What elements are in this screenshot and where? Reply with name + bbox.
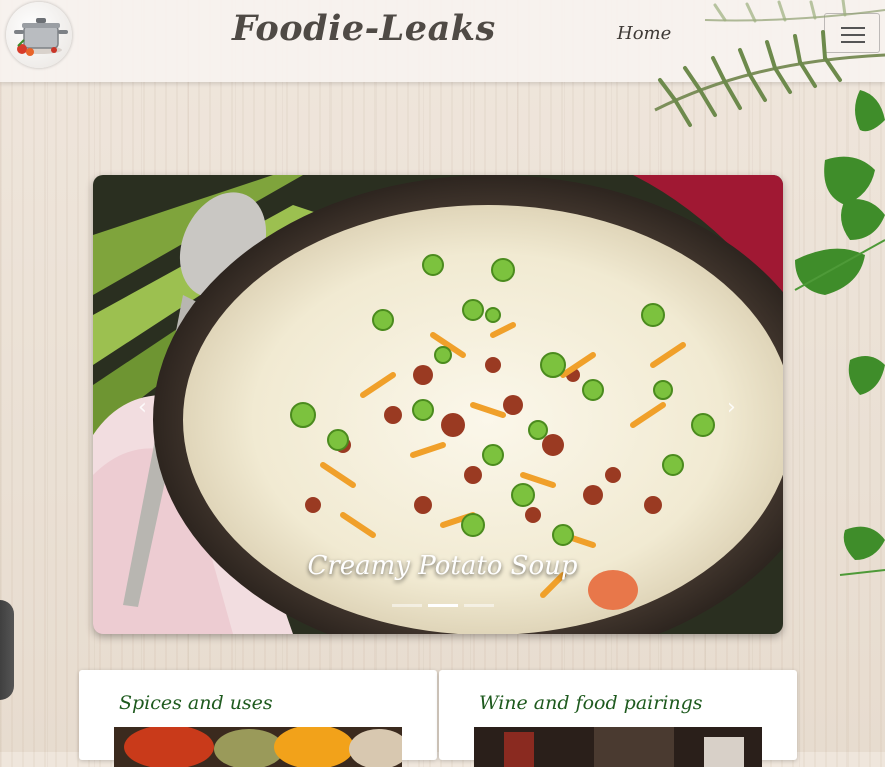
spices-photo: [114, 727, 402, 767]
carousel-prev-icon[interactable]: ‹: [138, 395, 147, 420]
site-brand-title[interactable]: Foodie-Leaks: [232, 8, 496, 49]
site-logo[interactable]: [6, 2, 72, 68]
carousel-next-icon[interactable]: ›: [727, 395, 736, 420]
carousel-dot[interactable]: [463, 604, 494, 607]
card-title[interactable]: Spices and uses: [119, 692, 273, 714]
wine-image[interactable]: [474, 727, 762, 767]
carousel-dot[interactable]: [391, 604, 422, 607]
menu-bar-line: [841, 27, 865, 29]
carousel-dot-active[interactable]: [427, 604, 458, 607]
cooking-pot-icon: [14, 18, 68, 56]
menu-bar-line: [841, 34, 865, 36]
wine-photo: [474, 727, 762, 767]
menu-bar-line: [841, 41, 865, 43]
card-spices[interactable]: Spices and uses: [79, 670, 437, 767]
carousel-indicators: [0, 604, 885, 607]
hamburger-menu-button[interactable]: [824, 13, 880, 53]
nav-home-link[interactable]: Home: [617, 23, 671, 44]
utensil-decoration: [0, 600, 14, 700]
hero-caption: Creamy Potato Soup: [307, 551, 578, 581]
card-title[interactable]: Wine and food pairings: [479, 692, 703, 714]
spices-image[interactable]: [114, 727, 402, 767]
top-navbar: Foodie-Leaks Home: [0, 0, 885, 82]
card-wine-pairings[interactable]: Wine and food pairings: [439, 670, 797, 767]
